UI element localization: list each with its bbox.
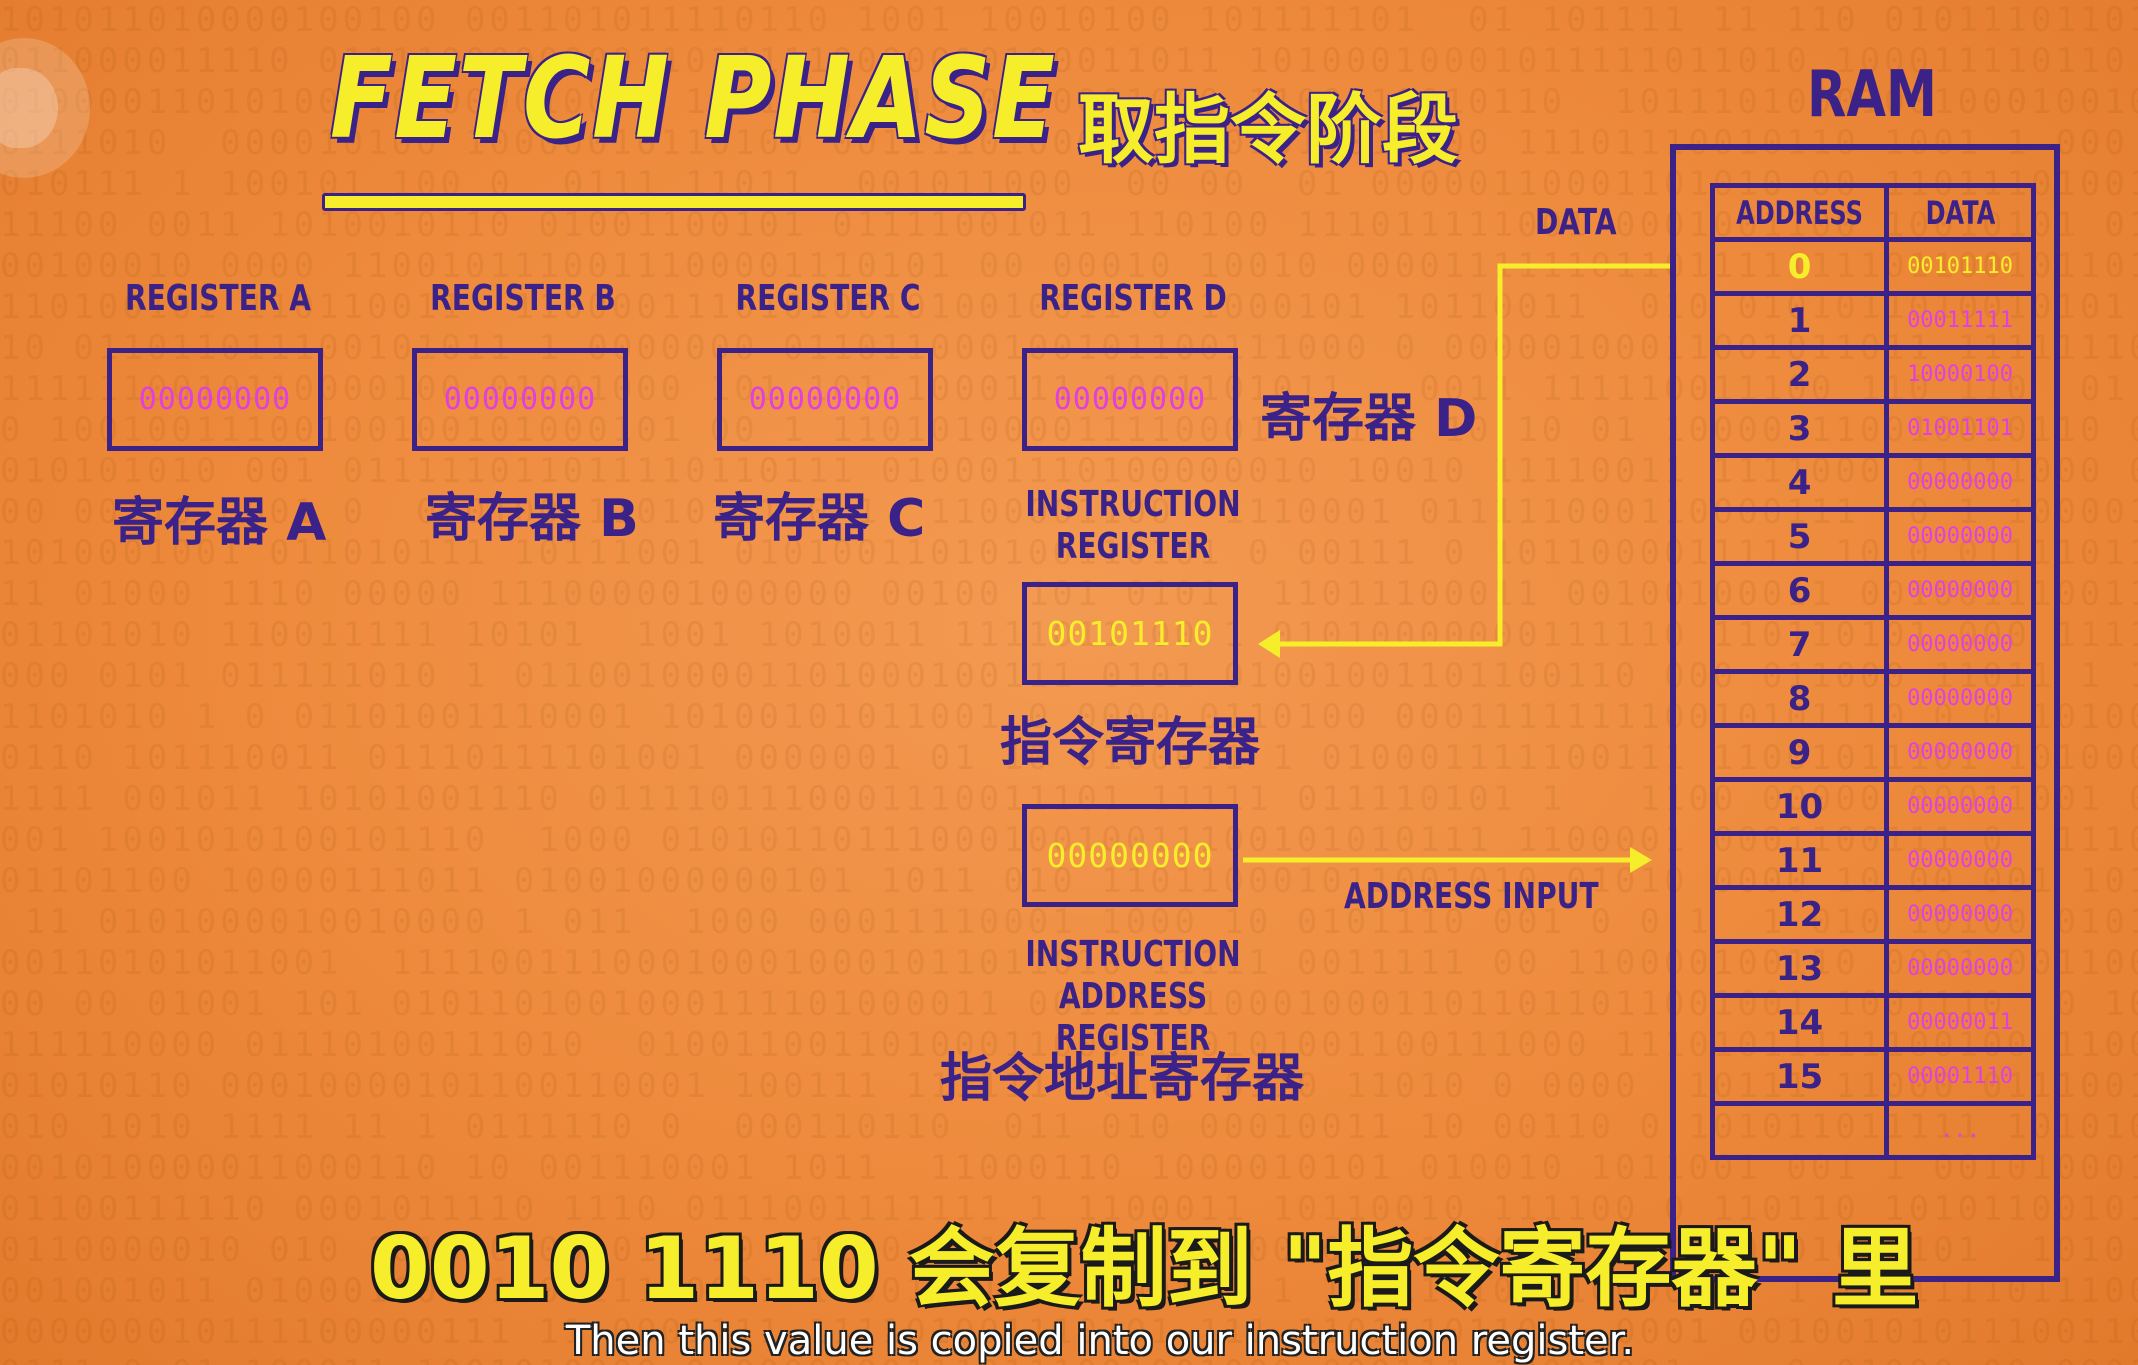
ram-row: 2 10000100 xyxy=(1709,345,2037,404)
subtitle-en: Then this value is copied into our instr… xyxy=(565,1318,1635,1364)
ram-row: 11 00000000 xyxy=(1709,831,2037,890)
ram-data-cell: ... xyxy=(1884,1101,2037,1160)
ram-row: 0 00101110 xyxy=(1709,237,2037,296)
data-arrowhead-icon xyxy=(1258,630,1280,658)
ram-col-address: ADDRESS xyxy=(1709,183,1890,242)
subtitle-zh: 0010 1110 会复制到 "指令寄存器" 里 xyxy=(370,1219,1919,1319)
ram-data-cell: 00000000 xyxy=(1884,561,2037,620)
ram-data-cell: 00000011 xyxy=(1884,993,2037,1052)
ram-address-cell: 1 xyxy=(1709,291,1890,350)
ram-row: 12 00000000 xyxy=(1709,885,2037,944)
ram-address-cell: 3 xyxy=(1709,399,1890,458)
ram-data-cell: 00001110 xyxy=(1884,1047,2037,1106)
ram-address-cell: 6 xyxy=(1709,561,1890,620)
ram-row: ... xyxy=(1709,1101,2037,1160)
ram-data-cell: 00000000 xyxy=(1884,831,2037,890)
ram-address-cell: 4 xyxy=(1709,453,1890,512)
ram-data-cell: 00000000 xyxy=(1884,723,2037,782)
ram-data-cell: 00000000 xyxy=(1884,885,2037,944)
ram-row: 6 00000000 xyxy=(1709,561,2037,620)
ram-data-cell: 01001101 xyxy=(1884,399,2037,458)
ram-data-cell: 00000000 xyxy=(1884,669,2037,728)
data-wire-label: DATA xyxy=(1535,202,1617,243)
ram-address-cell: 14 xyxy=(1709,993,1890,1052)
ram-address-cell: 9 xyxy=(1709,723,1890,782)
address-input-label: ADDRESS INPUT xyxy=(1344,876,1599,917)
ram-row: 1 00011111 xyxy=(1709,291,2037,350)
ram-row: 14 00000011 xyxy=(1709,993,2037,1052)
ram-row: 3 01001101 xyxy=(1709,399,2037,458)
ram-address-cell: 2 xyxy=(1709,345,1890,404)
ram-row: 4 00000000 xyxy=(1709,453,2037,512)
ram-data-cell: 00000000 xyxy=(1884,777,2037,836)
ram-address-cell: 5 xyxy=(1709,507,1890,566)
ram-col-data: DATA xyxy=(1884,183,2037,242)
ram-address-cell: 10 xyxy=(1709,777,1890,836)
ram-address-cell: 15 xyxy=(1709,1047,1890,1106)
ram-address-cell: 12 xyxy=(1709,885,1890,944)
ram-row: 15 00001110 xyxy=(1709,1047,2037,1106)
ram-row: 8 00000000 xyxy=(1709,669,2037,728)
ram-row: 7 00000000 xyxy=(1709,615,2037,674)
ram-address-cell: 8 xyxy=(1709,669,1890,728)
ram-address-cell: 13 xyxy=(1709,939,1890,998)
ram-row: 9 00000000 xyxy=(1709,723,2037,782)
ram-address-cell: 11 xyxy=(1709,831,1890,890)
ram-data-cell: 00011111 xyxy=(1884,291,2037,350)
address-arrowhead-icon xyxy=(1630,847,1652,873)
ram-data-cell: 10000100 xyxy=(1884,345,2037,404)
ram-title: RAM xyxy=(1807,58,1937,132)
ram-data-cell: 00000000 xyxy=(1884,507,2037,566)
ram-row: 13 00000000 xyxy=(1709,939,2037,998)
ram-address-cell: 7 xyxy=(1709,615,1890,674)
ram-data-cell: 00000000 xyxy=(1884,453,2037,512)
ram-table: ADDRESS DATA 0 00101110 1 00011111 2 10000100… xyxy=(1709,183,2037,1160)
ram-address-cell: 0 xyxy=(1709,237,1890,296)
ram-address-cell xyxy=(1709,1101,1890,1160)
ram-data-cell: 00101110 xyxy=(1884,237,2037,296)
ram-data-cell: 00000000 xyxy=(1884,615,2037,674)
data-wire xyxy=(1275,263,1672,647)
ram-row: 10 00000000 xyxy=(1709,777,2037,836)
ram-data-cell: 00000000 xyxy=(1884,939,2037,998)
ram-row: 5 00000000 xyxy=(1709,507,2037,566)
